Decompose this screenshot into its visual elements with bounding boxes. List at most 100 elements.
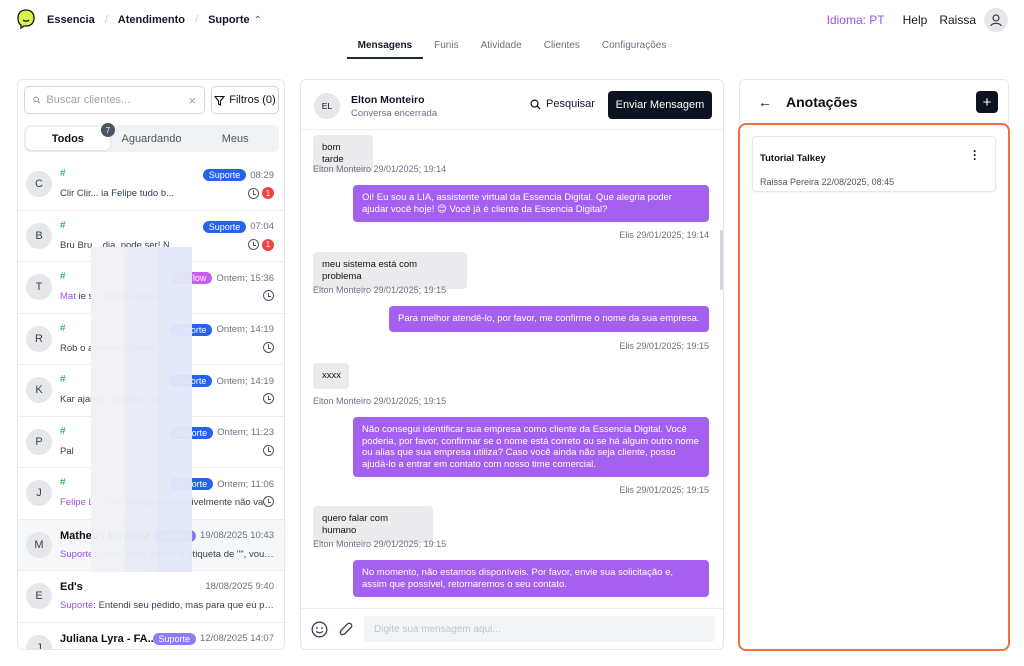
- message-author: Suporte: [60, 548, 94, 560]
- search-input[interactable]: [46, 94, 189, 106]
- message-meta: Elis 29/01/2025; 19:14: [619, 230, 709, 240]
- preview-text: Clir... ia Felipe tudo b...: [76, 188, 175, 199]
- help-link[interactable]: Help: [903, 13, 928, 27]
- unread-badge: 1: [262, 187, 274, 199]
- user-avatar-icon[interactable]: [984, 8, 1008, 32]
- contact-avatar: T: [26, 274, 52, 300]
- outgoing-message: Não consegui identificar sua empresa com…: [353, 417, 709, 477]
- contact-name: Elton Monteiro: [351, 94, 425, 106]
- tab-atividade[interactable]: Atividade: [470, 40, 533, 59]
- tab-funis[interactable]: Funis: [423, 40, 469, 59]
- breadcrumb-workspace[interactable]: Essencia: [47, 14, 95, 26]
- row-status-icons: [263, 290, 274, 301]
- contact-short-name: Clir: [60, 188, 75, 199]
- contact-time: 19/08/2025 10:43: [200, 530, 274, 541]
- row-status-icons: 1: [248, 187, 274, 199]
- contact-row[interactable]: E Ed's 18/08/2025 9:40 Suporte: Entendi seu…: [18, 571, 284, 623]
- note-meta: Raissa Pereira 22/08/2025, 08:45: [760, 177, 895, 187]
- contact-meta: 18/08/2025 9:40: [205, 581, 274, 592]
- contact-meta: Suporte 08:29: [202, 169, 274, 181]
- channel-hash-icon: #: [60, 425, 66, 437]
- tab-configuracoes[interactable]: Configurações: [591, 40, 677, 59]
- clock-icon: [248, 239, 259, 250]
- status-segmented-control: Todos Aguardando Meus: [24, 125, 279, 152]
- back-arrow-icon[interactable]: ←: [758, 94, 772, 110]
- breadcrumb-queue-select[interactable]: Suporte: [208, 14, 250, 26]
- contact-time: 08:29: [250, 169, 274, 181]
- contact-short-name: Rob: [60, 342, 78, 354]
- contact-row[interactable]: J Juliana Lyra - FA... Suporte 12/08/2025 1…: [18, 622, 284, 649]
- tab-clientes[interactable]: Clientes: [533, 40, 591, 59]
- filters-label: Filtros (0): [229, 94, 276, 106]
- filter-icon: [214, 95, 226, 106]
- row-status-icons: [263, 444, 274, 456]
- conversation-status: Conversa encerrada: [351, 108, 438, 119]
- message-meta: Elton Monteiro 29/01/2025; 19:15: [313, 285, 447, 295]
- more-options-icon[interactable]: · · ·: [973, 145, 977, 165]
- redacted-area: [91, 247, 192, 572]
- notes-header: ← Anotações: [758, 94, 858, 110]
- segment-aguardando[interactable]: Aguardando: [110, 127, 194, 150]
- user-name[interactable]: Raissa: [939, 13, 976, 27]
- message-meta: Elton Monteiro 29/01/2025; 19:14: [313, 164, 447, 174]
- note-card[interactable]: Tutorial Talkey Raissa Pereira 22/08/202…: [752, 136, 996, 192]
- contact-avatar: P: [26, 428, 52, 455]
- language-selector[interactable]: Idioma: PT: [827, 13, 885, 27]
- contact-list-panel: × Filtros (0) Todos Aguardando Meus 7 C #…: [17, 79, 285, 650]
- emoji-icon[interactable]: [311, 621, 328, 638]
- message-author: Suporte: [60, 600, 94, 611]
- incoming-message: xxxx: [313, 363, 349, 389]
- attachment-icon[interactable]: [338, 621, 355, 638]
- search-box[interactable]: ×: [24, 86, 205, 114]
- clock-icon: [248, 187, 259, 199]
- contact-short-name: Pal: [60, 445, 74, 457]
- essencia-logo-icon[interactable]: [17, 9, 35, 29]
- clock-icon: [263, 393, 274, 404]
- message-thread: bom tarde Elton Monteiro 29/01/2025; 19:1…: [301, 130, 723, 607]
- incoming-message: meu sistema está com problema: [313, 252, 467, 289]
- tab-mensagens[interactable]: Mensagens: [346, 40, 424, 59]
- search-icon: [530, 99, 541, 110]
- row-status-icons: [263, 496, 274, 507]
- contact-name: Juliana Lyra - FA...: [60, 632, 157, 645]
- aguardando-count-badge: 7: [101, 123, 115, 137]
- contact-meta: Suporte 07:04: [202, 220, 274, 233]
- segment-meus[interactable]: Meus: [193, 127, 277, 150]
- message-meta: Elton Monteiro 29/01/2025; 19:15: [313, 396, 447, 406]
- channel-hash-icon: #: [60, 219, 66, 231]
- filters-button[interactable]: Filtros (0): [211, 86, 279, 114]
- clock-icon: [263, 290, 274, 301]
- updown-chevron-icon[interactable]: ⌃: [254, 15, 262, 26]
- unread-badge: 1: [262, 238, 274, 251]
- contact-time: Ontem; 11:23: [217, 427, 274, 438]
- contact-short-name: Mat: [60, 291, 76, 302]
- contact-avatar: J: [26, 480, 52, 506]
- contact-avatar: E: [26, 583, 52, 609]
- note-title: Tutorial Talkey: [760, 153, 826, 164]
- breadcrumb-section[interactable]: Atendimento: [118, 14, 185, 26]
- outgoing-message: Oi! Eu sou a LIA, assistente virtual da …: [353, 185, 709, 222]
- message-meta: Elis 29/01/2025; 19:15: [619, 341, 709, 351]
- send-message-button[interactable]: Enviar Mensagem: [608, 91, 712, 119]
- contact-row[interactable]: C # Suporte 08:29 Clir Clir... ia Felipe tud…: [18, 159, 284, 211]
- clock-icon: [263, 341, 274, 353]
- contact-time: 18/08/2025 9:40: [205, 581, 274, 592]
- notes-highlight-frame: [738, 123, 1010, 651]
- search-conversation-button[interactable]: Pesquisar: [530, 98, 595, 110]
- breadcrumb-separator: /: [104, 14, 108, 26]
- outgoing-message: No momento, não estamos disponíveis. Por…: [353, 560, 709, 597]
- add-note-button[interactable]: +: [976, 91, 998, 113]
- message-input[interactable]: [364, 616, 715, 642]
- contact-time: 12/08/2025 14:07: [200, 633, 274, 644]
- channel-hash-icon: #: [60, 168, 66, 179]
- queue-tag: Suporte: [202, 169, 247, 181]
- contact-avatar: M: [26, 531, 52, 558]
- contact-time: Ontem; 15:36: [216, 272, 274, 284]
- incoming-message: quero falar com humano: [313, 506, 433, 543]
- clear-search-icon[interactable]: ×: [188, 93, 196, 108]
- row-status-icons: [263, 393, 274, 404]
- message-thread-scrollbar[interactable]: [720, 230, 723, 290]
- message-meta: Elton Monteiro 29/01/2025; 19:15: [313, 539, 447, 549]
- notes-panel: ← Anotações + Tutorial Talkey Raissa Per…: [738, 79, 1010, 651]
- segment-todos[interactable]: Todos: [26, 127, 110, 150]
